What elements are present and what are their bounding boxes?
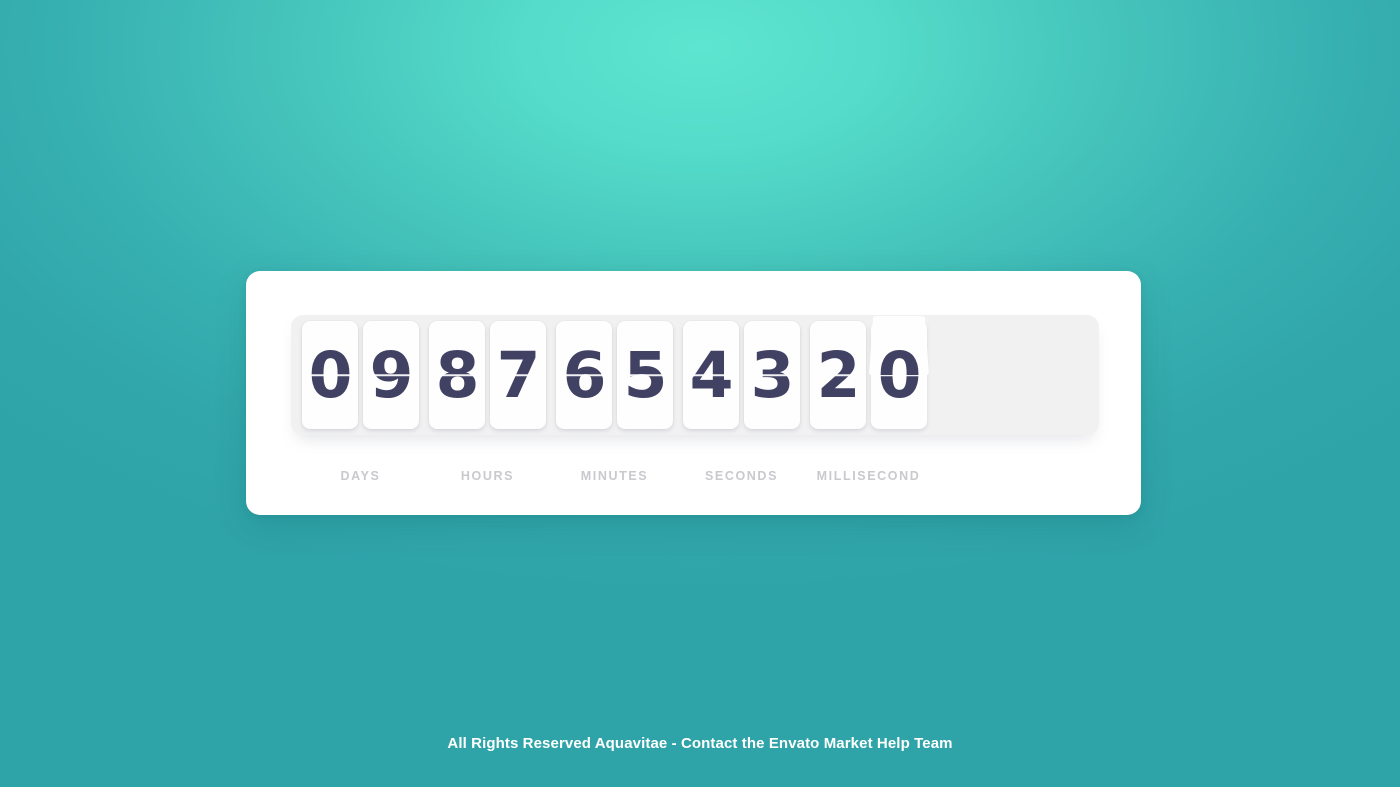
unit-label-hours: HOURS	[460, 469, 515, 483]
unit-label-days: DAYS	[340, 469, 381, 483]
digit-group-days: 0 9	[302, 321, 419, 429]
flip-clock-track: 0 9 8 7 6 5 4 3 2 0	[291, 315, 1099, 435]
flip-hinge-line	[810, 374, 866, 376]
flip-hinge-line	[617, 374, 673, 376]
unit-label-millisecond: MILLISECOND	[816, 469, 921, 483]
flip-hinge-line	[429, 374, 485, 376]
label-spacer	[800, 469, 810, 483]
digit-value: 0	[877, 338, 922, 376]
label-spacer	[546, 469, 556, 483]
countdown-panel: 0 9 8 7 6 5 4 3 2 0 DAYS HOURS MINUTES S…	[246, 271, 1141, 515]
flip-hinge-line	[683, 374, 739, 376]
flip-card: 5	[617, 321, 673, 429]
flip-hinge-line	[302, 374, 358, 376]
flip-card: 2	[810, 321, 866, 429]
flip-hinge-line	[556, 374, 612, 376]
flip-card: 7	[490, 321, 546, 429]
unit-label-seconds: SECONDS	[704, 469, 779, 483]
flip-hinge-line	[490, 374, 546, 376]
unit-labels-row: DAYS HOURS MINUTES SECONDS MILLISECOND	[291, 469, 1099, 483]
label-spacer	[673, 469, 683, 483]
digit-group-seconds: 4 3	[683, 321, 800, 429]
flip-hinge-line	[363, 374, 419, 376]
flip-card-animating: 0 0	[869, 316, 929, 429]
flip-card: 0	[302, 321, 358, 429]
label-spacer	[419, 469, 429, 483]
flip-card: 6	[556, 321, 612, 429]
flip-card: 8	[429, 321, 485, 429]
digit-group-millisecond: 2 0 0	[810, 316, 929, 429]
digit-group-hours: 8 7	[429, 321, 546, 429]
flip-card: 9	[363, 321, 419, 429]
flip-card: 4	[683, 321, 739, 429]
flip-card-leaf: 0	[869, 316, 929, 375]
footer-credit-text: All Rights Reserved Aquavitae - Contact …	[447, 735, 953, 752]
flip-hinge-line	[744, 374, 800, 376]
digit-group-minutes: 6 5	[556, 321, 673, 429]
unit-label-minutes: MINUTES	[580, 469, 649, 483]
flip-card: 3	[744, 321, 800, 429]
